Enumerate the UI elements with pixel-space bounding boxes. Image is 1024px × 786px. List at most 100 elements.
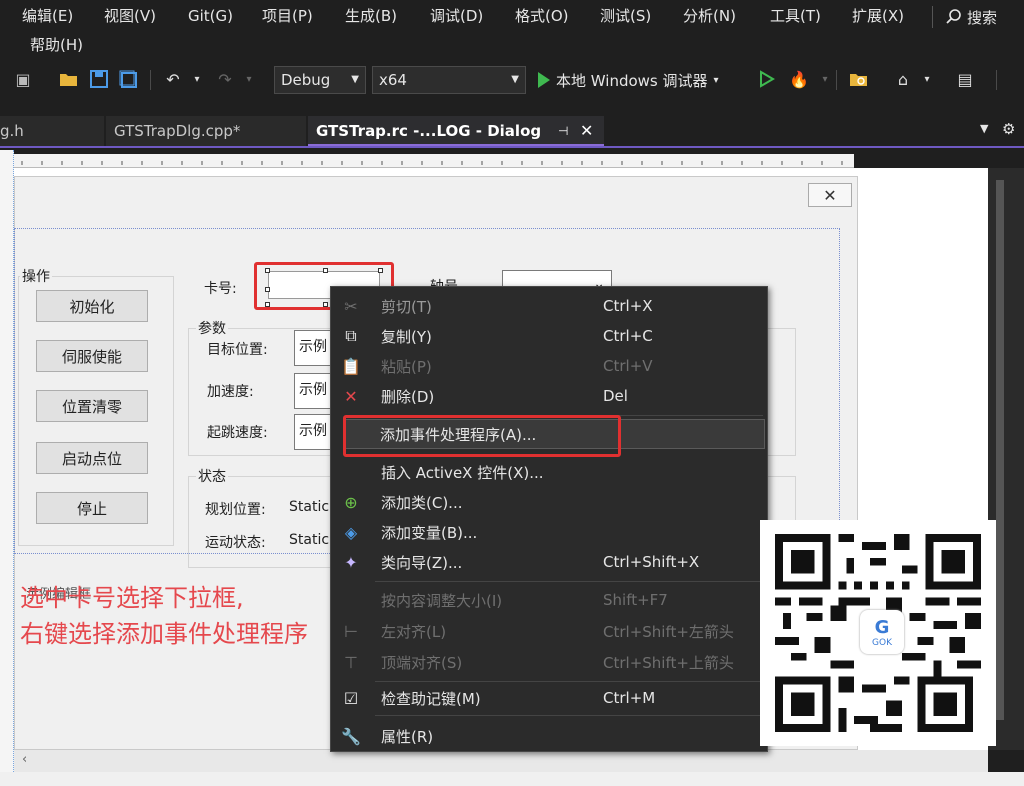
tab-dlg-cpp[interactable]: GTSTrapDlg.cpp*	[106, 116, 306, 146]
tab-overflow-icon[interactable]: ▼	[980, 122, 988, 135]
dialog-close-button[interactable]: ✕	[808, 183, 852, 207]
platform-select[interactable]: x64 ▼	[372, 66, 526, 94]
redo-dropdown-icon: ▾	[246, 73, 252, 85]
wrench-icon: 🔧	[341, 726, 361, 746]
redo-icon: ↷	[218, 69, 232, 89]
run-label: 本地 Windows 调试器	[556, 71, 708, 90]
menu-debug[interactable]: 调试(D)	[430, 2, 483, 30]
gear-icon[interactable]: ⚙	[1002, 120, 1015, 138]
menu-item-class-wizard[interactable]: ✦ 类向导(Z)... Ctrl+Shift+X	[331, 547, 767, 577]
scissors-icon: ✂	[344, 296, 358, 316]
tab-label: GTSTrap.rc -...LOG - Dialog	[316, 122, 542, 140]
menu-tools[interactable]: 工具(T)	[770, 2, 821, 30]
menu-item-label: 类向导(Z)...	[381, 553, 463, 572]
servo-enable-button[interactable]: 伺服使能	[36, 340, 148, 372]
start-debugging-button[interactable]: 本地 Windows 调试器 ▾	[538, 66, 719, 94]
menu-item-label: 复制(Y)	[381, 327, 432, 346]
configuration-select[interactable]: Debug ▼	[274, 66, 366, 94]
search-box[interactable]: 搜索	[945, 4, 997, 30]
menu-item-paste: 📋 粘贴(P) Ctrl+V	[331, 351, 767, 381]
annotation-line-2: 右键选择添加事件处理程序	[20, 620, 308, 648]
menu-item-align-top: ⊤ 顶端对齐(S) Ctrl+Shift+上箭头	[331, 647, 767, 677]
test-window-icon[interactable]: ▤	[954, 68, 976, 90]
qr-code-overlay: G GOK	[760, 520, 996, 746]
new-item-icon[interactable]: ▣	[12, 68, 34, 90]
target-position-label: 目标位置:	[207, 342, 268, 358]
menu-item-delete[interactable]: ✕ 删除(D) Del	[331, 381, 767, 411]
planned-position-label: 规划位置:	[205, 502, 266, 518]
undo-icon[interactable]: ↶	[162, 68, 184, 90]
save-all-icon[interactable]	[118, 68, 140, 90]
menu-format[interactable]: 格式(O)	[515, 2, 569, 30]
menu-item-properties[interactable]: 🔧 属性(R)	[331, 721, 767, 751]
menu-item-add-class[interactable]: ⊕ 添加类(C)...	[331, 487, 767, 517]
horizontal-scrollbar[interactable]: ‹	[14, 750, 988, 772]
menu-project[interactable]: 项目(P)	[262, 2, 313, 30]
menu-extensions[interactable]: 扩展(X)	[852, 2, 904, 30]
menu-item-shortcut: Ctrl+Shift+X	[603, 553, 700, 571]
hot-reload-icon: 🔥	[789, 69, 809, 89]
tab-underline	[0, 146, 1024, 148]
copy-icon: ⧉	[345, 326, 357, 345]
zero-position-button[interactable]: 位置清零	[36, 390, 148, 422]
scroll-thumb[interactable]	[996, 180, 1004, 720]
delete-icon: ✕	[344, 386, 358, 406]
menu-item-label: 顶端对齐(S)	[381, 653, 463, 672]
menu-test[interactable]: 测试(S)	[600, 2, 651, 30]
menu-item-shortcut: Ctrl+C	[603, 327, 653, 345]
logo-g-icon: G	[874, 616, 890, 638]
menu-item-label: 左对齐(L)	[381, 622, 447, 641]
menu-edit[interactable]: 编辑(E)	[22, 2, 73, 30]
start-without-debugging-icon[interactable]	[756, 68, 778, 90]
add-class-icon: ⊕	[344, 492, 358, 512]
start-point-button[interactable]: 启动点位	[36, 442, 148, 474]
tab-label: GTSTrapDlg.cpp*	[114, 122, 241, 140]
close-icon[interactable]: ✕	[580, 116, 593, 144]
find-in-files-icon[interactable]	[848, 68, 870, 90]
layout-dropdown-icon[interactable]: ▾	[916, 68, 938, 90]
chevron-down-icon: ▼	[511, 74, 519, 85]
layout-icon[interactable]: ⌂	[892, 68, 914, 90]
menu-item-label: 剪切(T)	[381, 297, 432, 316]
menu-item-label: 删除(D)	[381, 387, 435, 406]
menu-separator	[375, 715, 763, 716]
menu-item-check-mnemonics[interactable]: ☑ 检查助记键(M) Ctrl+M	[331, 683, 767, 713]
highlight-add-event-handler	[343, 415, 621, 457]
tab-header-file[interactable]: g.h	[0, 116, 104, 146]
menu-item-label: 检查助记键(M)	[381, 689, 481, 708]
toolbar-divider	[996, 70, 997, 90]
start-velocity-label: 起跳速度:	[207, 425, 268, 441]
tab-label: g.h	[0, 122, 24, 140]
menu-item-label: 粘贴(P)	[381, 357, 432, 376]
acceleration-label: 加速度:	[207, 384, 254, 400]
menu-git[interactable]: Git(G)	[188, 2, 233, 30]
menu-item-label: 属性(R)	[381, 727, 434, 746]
open-folder-icon[interactable]	[58, 68, 80, 90]
menu-item-add-variable[interactable]: ◈ 添加变量(B)...	[331, 517, 767, 547]
menu-item-shortcut: Ctrl+Shift+左箭头	[603, 622, 734, 641]
hot-reload-dropdown-icon: ▾	[822, 73, 828, 85]
ruler	[14, 154, 854, 168]
menu-item-insert-activex[interactable]: 插入 ActiveX 控件(X)...	[331, 457, 767, 487]
menu-help[interactable]: 帮助(H)	[30, 31, 83, 59]
scroll-left-icon[interactable]: ‹	[22, 752, 27, 767]
menu-item-cut[interactable]: ✂ 剪切(T) Ctrl+X	[331, 291, 767, 321]
menu-item-copy[interactable]: ⧉ 复制(Y) Ctrl+C	[331, 321, 767, 351]
menu-analyze[interactable]: 分析(N)	[683, 2, 736, 30]
stop-button[interactable]: 停止	[36, 492, 148, 524]
init-button[interactable]: 初始化	[36, 290, 148, 322]
undo-dropdown-icon[interactable]: ▾	[186, 68, 208, 90]
save-icon[interactable]	[88, 68, 110, 90]
pin-icon[interactable]: ⊣	[558, 116, 568, 144]
card-label: 卡号:	[204, 281, 237, 297]
menu-bar: 编辑(E) 视图(V) Git(G) 项目(P) 生成(B) 调试(D) 格式(…	[0, 0, 1024, 60]
menu-item-shortcut: Ctrl+M	[603, 689, 656, 707]
menu-view[interactable]: 视图(V)	[104, 2, 156, 30]
tab-dialog-resource[interactable]: GTSTrap.rc -...LOG - Dialog ⊣ ✕	[308, 116, 604, 146]
toolbar: ▣ ↶ ▾ ↷ ▾ Debug ▼ x64 ▼ 本地 Windows 调试器 ▾…	[0, 60, 1024, 100]
play-icon	[538, 72, 550, 88]
group-parameters-title: 参数	[196, 318, 228, 338]
menu-build[interactable]: 生成(B)	[345, 2, 397, 30]
group-operations-title: 操作	[20, 266, 52, 286]
class-wizard-icon: ✦	[344, 552, 358, 572]
